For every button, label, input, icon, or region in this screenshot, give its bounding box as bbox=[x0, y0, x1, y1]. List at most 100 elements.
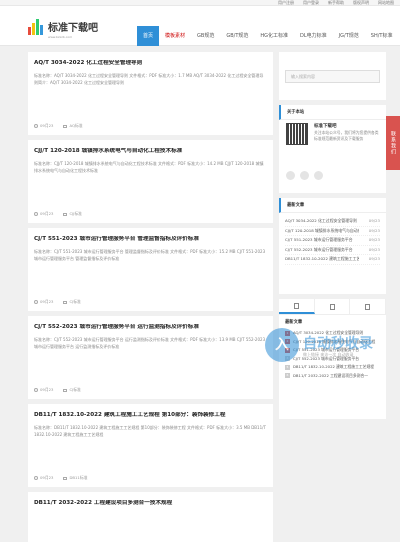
nav-dl[interactable]: DL电力标准 bbox=[294, 26, 333, 46]
article-date: 09月23 bbox=[40, 299, 54, 304]
folder-icon bbox=[63, 388, 68, 392]
article-card: CJJ/T 120-2018 城镇排水系统电气与自动化工程技术标准 标准名称：C… bbox=[28, 140, 273, 223]
clock-icon bbox=[34, 124, 38, 128]
nav-gb[interactable]: GB规范 bbox=[191, 26, 220, 46]
tab-hot[interactable] bbox=[315, 299, 351, 314]
nav-sht[interactable]: SH/T标准 bbox=[365, 26, 399, 46]
qr-code-icon bbox=[286, 123, 308, 145]
recent-list: AQ/T 3034-2022 化工过程安全管理导则 09/23 CJJ/T 120… bbox=[279, 213, 386, 265]
logo-domain: www.bzxzb.com bbox=[48, 34, 73, 39]
about-name: 标准下载吧 bbox=[314, 124, 337, 129]
recent-item-title[interactable]: CJJ/T 120-2018 城镇排水系统电气与自动化 bbox=[285, 227, 359, 236]
comment-icon bbox=[365, 303, 371, 310]
recent-item-date: 09/23 bbox=[368, 237, 380, 243]
recent-item-date: 09/23 bbox=[368, 227, 380, 233]
list-item[interactable]: DB11/T 1832.10-2022 建筑工程施工工艺规程 09/23 bbox=[285, 255, 380, 265]
recent-item-title[interactable]: AQ/T 3034-2022 化工过程安全管理导则 bbox=[285, 217, 359, 226]
article-category[interactable]: DB11标准 bbox=[69, 475, 87, 481]
article-category[interactable]: CJ标准 bbox=[69, 387, 80, 393]
sidebar: 输入搜索内容 关于本站 标准下载吧 关注本站公众号，我们将为您提供各类标准规范最… bbox=[279, 52, 387, 424]
article-date: 09月23 bbox=[40, 211, 54, 216]
article-meta: 09月23 CJ标准 bbox=[34, 387, 81, 393]
recent-item-date: 09/23 bbox=[368, 218, 380, 223]
nav-jgt[interactable]: JG/T规范 bbox=[333, 26, 365, 46]
about-desc: 关注本站公众号，我们将为您提供各类标准规范最新资讯及下载服务 bbox=[314, 130, 379, 141]
recent-item-date: 09/23 bbox=[368, 246, 380, 252]
weibo-icon[interactable] bbox=[300, 171, 309, 180]
about-title: 关于本站 bbox=[279, 105, 386, 120]
nav-home[interactable]: 首页 bbox=[137, 26, 160, 46]
article-list: AQ/T 3034-2022 化工过程安全管理导则 标准名称：AQ/T 3034… bbox=[28, 52, 273, 542]
recent-item-title[interactable]: CJ/T 552-2023 城市运行管理服务平台 bbox=[285, 246, 359, 255]
folder-icon bbox=[63, 124, 68, 128]
article-category[interactable]: CJJ标准 bbox=[69, 211, 81, 217]
article-title[interactable]: CJ/T 551-2023 城市运行管理服务平台 管理监督指标及评价标准 bbox=[34, 236, 267, 243]
clock-icon bbox=[34, 212, 38, 216]
article-category[interactable]: CJ标准 bbox=[69, 299, 80, 305]
follow-us-button[interactable]: 联系我们 bbox=[386, 116, 400, 170]
folder-icon bbox=[63, 212, 68, 216]
article-title[interactable]: DB11/T 2032-2022 工程建设项目多测合一技术规程 bbox=[34, 500, 267, 507]
widget-tabs bbox=[279, 299, 387, 315]
rank-badge: 6 bbox=[285, 373, 290, 379]
fire-icon bbox=[329, 303, 335, 310]
logo-bars-icon bbox=[28, 19, 44, 35]
recent-item-title[interactable]: DB11/T 1832.10-2022 建筑工程施工工艺规程 bbox=[285, 255, 359, 264]
list-item[interactable]: CJJ/T 120-2018 城镇排水系统电气与自动化 09/23 bbox=[285, 227, 380, 237]
tab-comments[interactable] bbox=[350, 299, 387, 314]
article-title[interactable]: AQ/T 3034-2022 化工过程安全管理导则 bbox=[34, 60, 267, 67]
list-item[interactable]: CJ/T 552-2023 城市运行管理服务平台 09/23 bbox=[285, 246, 380, 256]
recent-item-title[interactable]: CJ/T 551-2023 城市运行管理服务平台 bbox=[285, 236, 359, 245]
clock-icon bbox=[34, 300, 38, 304]
article-date: 09月23 bbox=[40, 475, 54, 480]
list-item[interactable]: 6 DB11/T 2032-2022 工程建设项目多测合一 bbox=[285, 372, 380, 381]
article-date: 09月23 bbox=[40, 123, 54, 128]
tab-item-title[interactable]: DB11/T 2032-2022 工程建设项目多测合一 bbox=[293, 372, 368, 381]
recent-title: 最新文章 bbox=[279, 198, 386, 213]
clock-icon bbox=[34, 388, 38, 392]
watermark-overlay: 入 自动秒收录 做上链接 来访一次 自动收录 bbox=[265, 322, 393, 368]
qq-icon[interactable] bbox=[314, 171, 323, 180]
folder-icon bbox=[63, 476, 68, 480]
article-meta: 09月23 CJJ标准 bbox=[34, 211, 82, 217]
search-box: 输入搜索内容 bbox=[279, 52, 386, 100]
article-excerpt: 标准名称：CJJ/T 120-2018 城镇排水系统电气与自动化工程技术标准 文… bbox=[34, 161, 264, 173]
list-item[interactable]: AQ/T 3034-2022 化工过程安全管理导则 09/23 bbox=[285, 217, 380, 227]
article-excerpt: 标准名称：CJ/T 551-2023 城市运行管理服务平台 管理监督指标及评价标… bbox=[34, 249, 266, 261]
article-meta: 09月23 DB11标准 bbox=[34, 475, 87, 481]
article-excerpt: 标准名称：DB11/T 1832.10-2022 建筑工程施工工艺规程 第10部… bbox=[34, 425, 266, 437]
article-card: AQ/T 3034-2022 化工过程安全管理导则 标准名称：AQ/T 3034… bbox=[28, 52, 273, 135]
article-card: DB11/T 1832.10-2022 建筑工程施工工艺规程 第10部分：装饰装… bbox=[28, 404, 273, 487]
nav-templates[interactable]: 模板素材 bbox=[159, 26, 191, 46]
search-input[interactable]: 输入搜索内容 bbox=[285, 70, 380, 83]
article-excerpt: 标准名称：AQ/T 3034-2022 化工过程安全管理导则 文件格式：PDF … bbox=[34, 73, 264, 85]
nav-hg[interactable]: HG化工标准 bbox=[254, 26, 294, 46]
article-card: CJ/T 551-2023 城市运行管理服务平台 管理监督指标及评价标准 标准名… bbox=[28, 228, 273, 311]
clock-icon bbox=[34, 476, 38, 480]
recent-widget: 最新文章 AQ/T 3034-2022 化工过程安全管理导则 09/23 CJJ/… bbox=[279, 198, 386, 294]
article-excerpt: 标准名称：CJ/T 552-2023 城市运行管理服务平台 运行监测指标及评价标… bbox=[34, 337, 266, 349]
list-item[interactable]: CJ/T 551-2023 城市运行管理服务平台 09/23 bbox=[285, 236, 380, 246]
site-logo[interactable]: 标准下载吧 www.bzxzb.com bbox=[28, 14, 98, 40]
logo-name: 标准下载吧 bbox=[48, 22, 98, 34]
watermark-title: 自动秒收录 bbox=[303, 335, 373, 352]
watermark-sub: 做上链接 来访一次 自动收录 bbox=[303, 351, 354, 357]
folder-icon bbox=[63, 300, 68, 304]
article-card: CJ/T 552-2023 城市运行管理服务平台 运行监测指标及评价标准 标准名… bbox=[28, 316, 273, 399]
tab-latest[interactable] bbox=[279, 299, 315, 314]
recent-item-date: 09/23 bbox=[368, 256, 380, 262]
social-links bbox=[286, 171, 323, 180]
main-nav: 首页 模板素材 GB规范 GB/T规范 HG化工标准 DL电力标准 JG/T规范… bbox=[137, 26, 398, 46]
article-card: DB11/T 2032-2022 工程建设项目多测合一技术规程 bbox=[28, 492, 273, 542]
document-icon bbox=[293, 302, 299, 309]
article-meta: 09月23 CJ标准 bbox=[34, 299, 81, 305]
article-date: 09月23 bbox=[40, 387, 54, 392]
article-title[interactable]: CJ/T 552-2023 城市运行管理服务平台 运行监测指标及评价标准 bbox=[34, 324, 267, 331]
watermark-logo: 入 bbox=[265, 328, 299, 362]
wechat-icon[interactable] bbox=[286, 171, 295, 180]
about-widget: 关于本站 标准下载吧 关注本站公众号，我们将为您提供各类标准规范最新资讯及下载服… bbox=[279, 105, 386, 193]
article-title[interactable]: CJJ/T 120-2018 城镇排水系统电气与自动化工程技术标准 bbox=[34, 148, 267, 155]
nav-gbt[interactable]: GB/T规范 bbox=[220, 26, 254, 46]
article-title[interactable]: DB11/T 1832.10-2022 建筑工程施工工艺规程 第10部分：装饰装… bbox=[34, 412, 267, 419]
article-category[interactable]: AQ标准 bbox=[69, 123, 82, 129]
